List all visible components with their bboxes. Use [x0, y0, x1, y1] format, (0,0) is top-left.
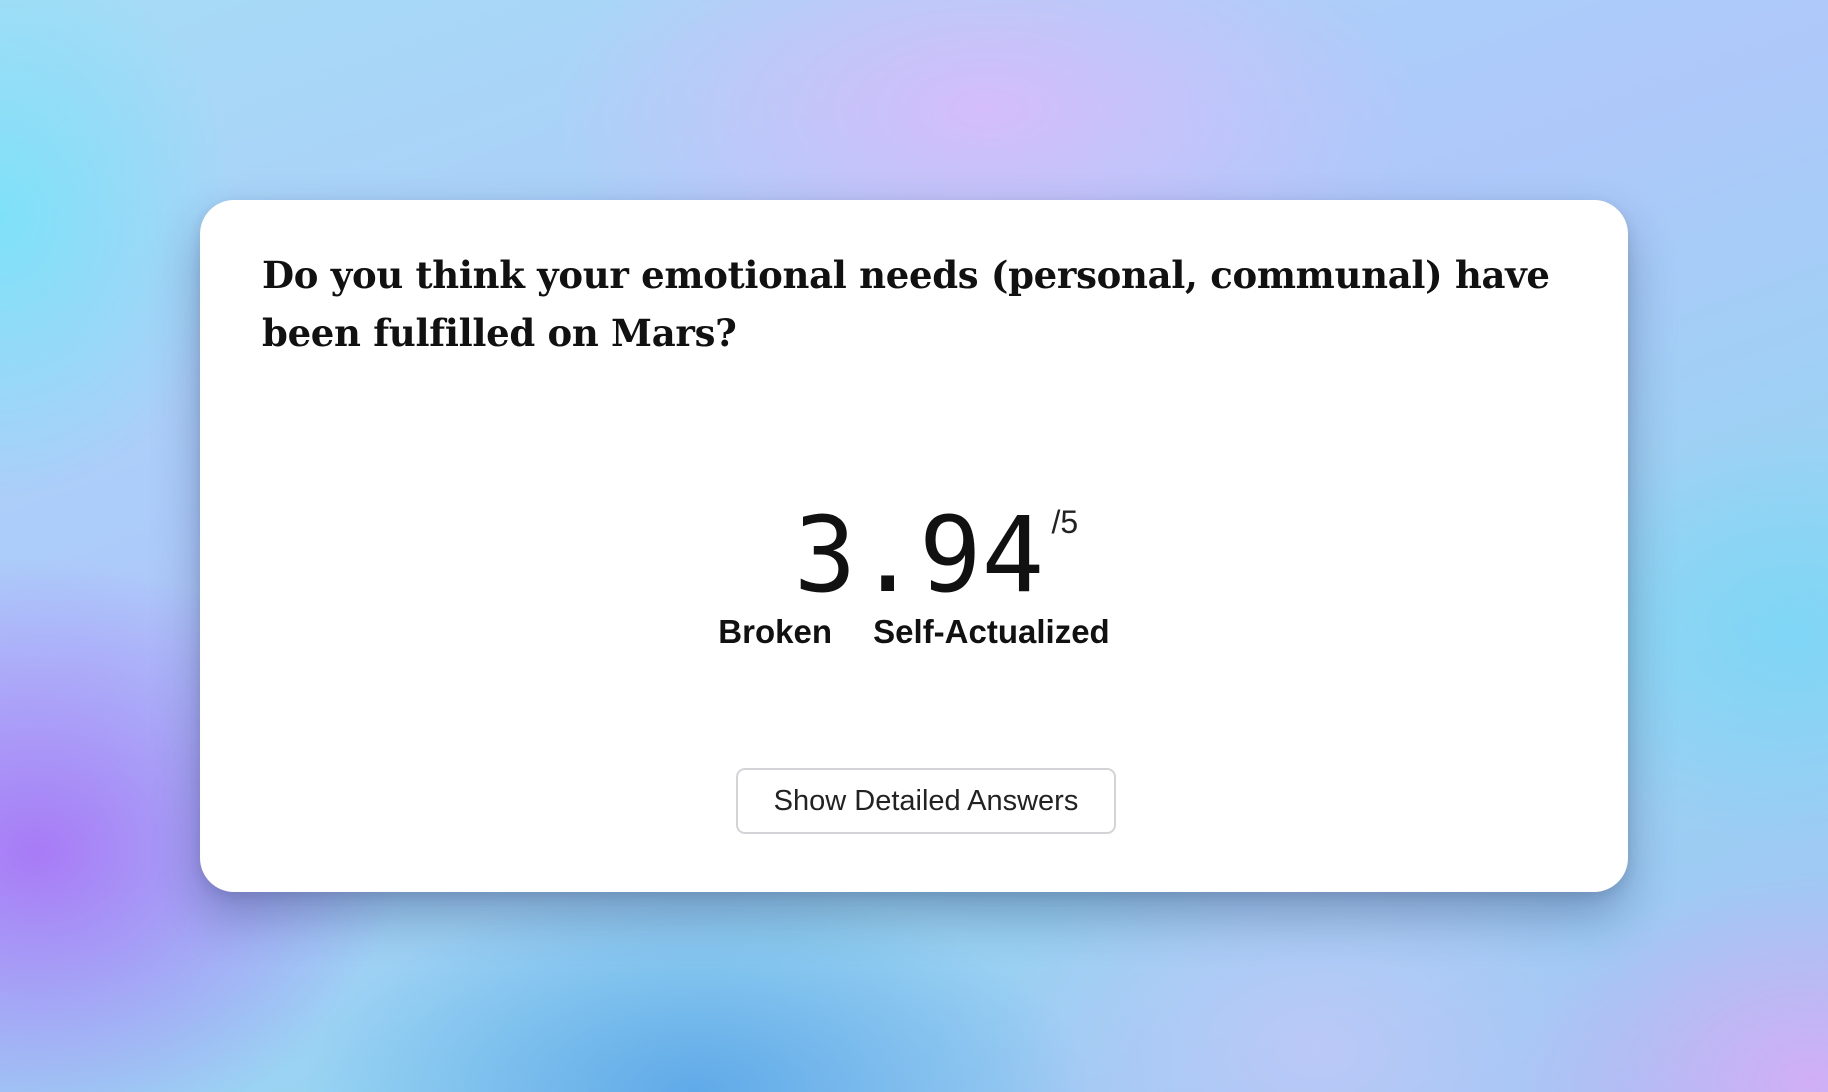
average-score: 3.94 /5 — [794, 500, 1078, 610]
score-max: /5 — [1051, 504, 1079, 540]
score-value: 3.94 — [793, 494, 1045, 616]
show-detailed-answers-button[interactable]: Show Detailed Answers — [736, 768, 1116, 834]
scale-high-label: Self-Actualized — [873, 613, 1110, 650]
score-display: 3.94 /5 — [200, 500, 1628, 610]
scale-labels: Broken Self-Actualized — [200, 612, 1628, 652]
question-title: Do you think your emotional needs (perso… — [262, 253, 1550, 355]
survey-result-card: Do you think your emotional needs (perso… — [200, 200, 1628, 892]
scale-low-label: Broken — [718, 613, 832, 650]
